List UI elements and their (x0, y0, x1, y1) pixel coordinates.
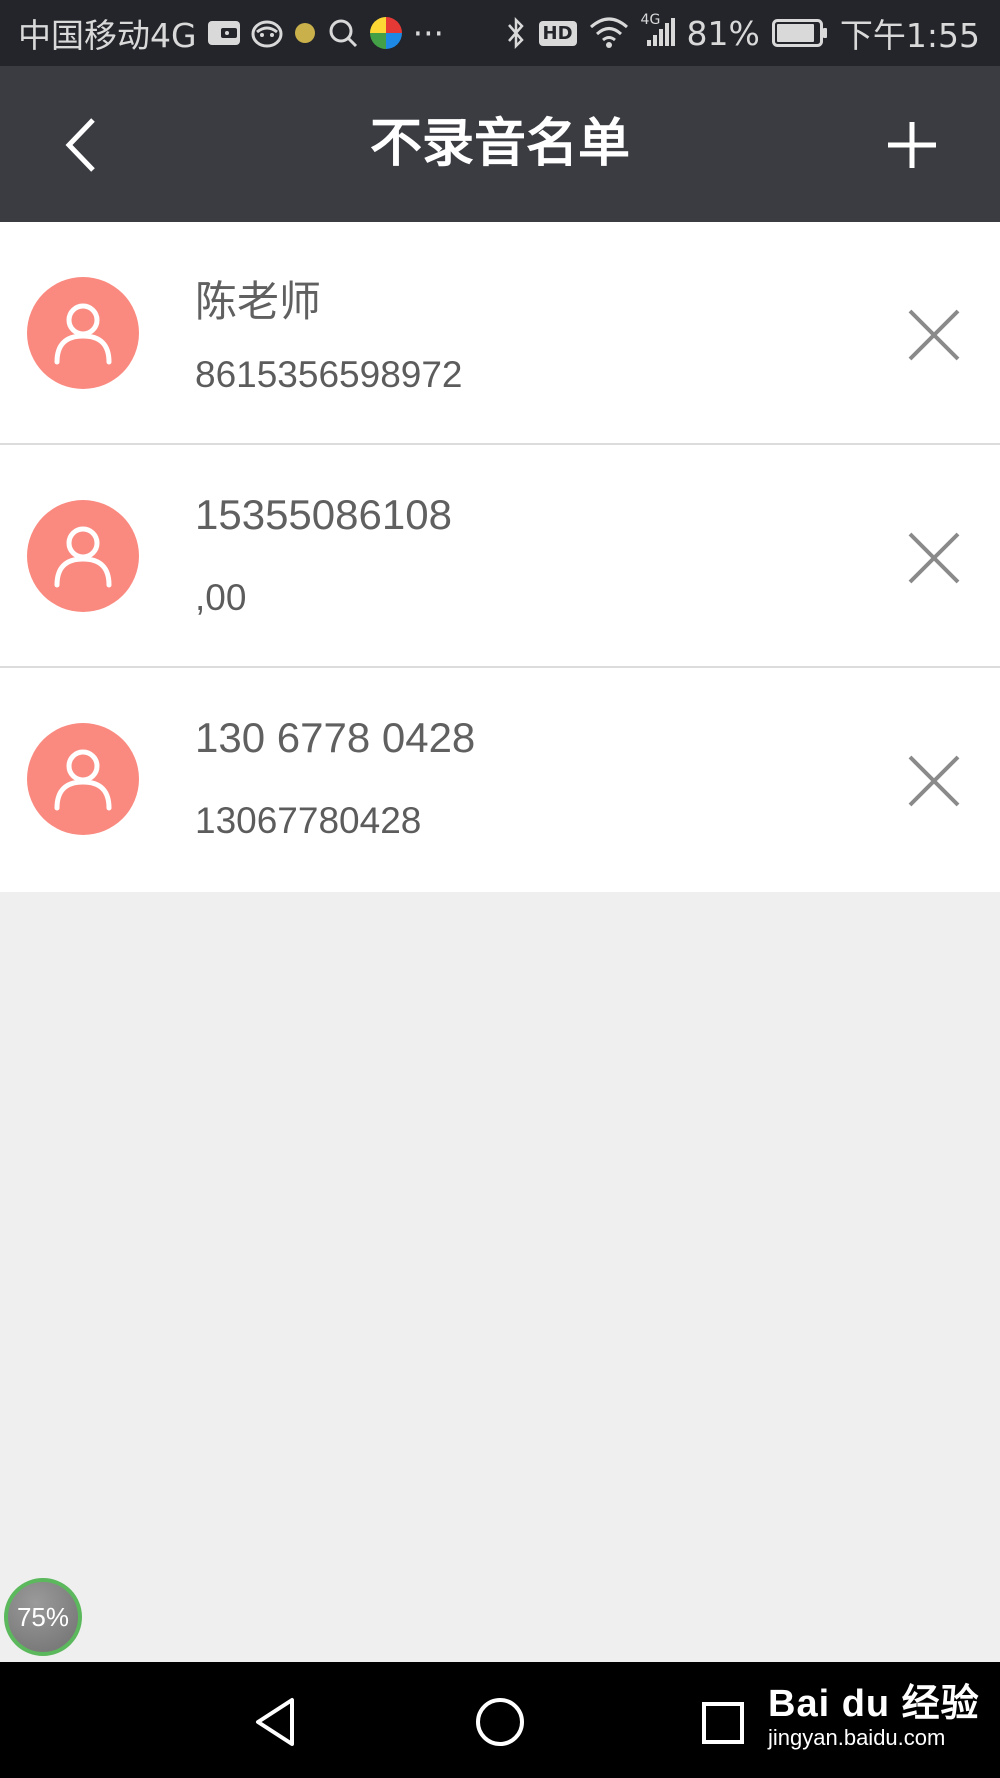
list-item[interactable]: 130 6778 0428 13067780428 (0, 668, 1000, 892)
nav-back-icon (256, 1698, 294, 1746)
avatar (27, 723, 139, 835)
nav-recent-button[interactable] (692, 1692, 752, 1752)
back-button[interactable] (55, 110, 115, 180)
close-icon (908, 532, 960, 584)
memory-percent: 75% (16, 1601, 70, 1632)
person-icon (54, 303, 112, 365)
remove-button[interactable] (905, 752, 963, 810)
back-arrow-icon (65, 118, 95, 172)
nav-home-button[interactable] (470, 1692, 530, 1752)
system-nav-bar: Bai du 经验 jingyan.baidu.com (0, 1662, 1000, 1778)
person-icon (54, 526, 112, 588)
contact-number: 13067780428 (195, 800, 422, 841)
app-header: 不录音名单 (0, 66, 1000, 222)
more-notifications-icon: ··· (412, 13, 445, 53)
status-bar: 中国移动4G ··· HD 4G 81% 下午1:55 (0, 0, 1000, 66)
contact-name: 陈老师 (195, 278, 322, 325)
list-item[interactable]: 15355086108 ,00 (0, 445, 1000, 668)
baidu-watermark: Bai du 经验 jingyan.baidu.com (768, 1672, 980, 1751)
colorful-app-icon (369, 16, 403, 50)
person-icon (54, 749, 112, 811)
list-item[interactable]: 陈老师 8615356598972 (0, 222, 1000, 445)
battery-icon (771, 19, 828, 47)
contact-list: 陈老师 8615356598972 15355086108 ,00 130 67… (0, 222, 1000, 892)
memory-boost-badge[interactable]: 75% (4, 1578, 82, 1656)
contact-number: 8615356598972 (195, 354, 463, 395)
close-icon (908, 309, 960, 361)
hd-label: HD (542, 22, 573, 44)
network-type-label: 4G (640, 12, 661, 28)
hd-icon: HD (538, 20, 577, 46)
watermark-main: Bai du 经验 (768, 1683, 980, 1725)
add-button[interactable] (880, 106, 944, 182)
close-icon (908, 755, 960, 807)
battery-percent: 81% (686, 13, 760, 53)
contact-number: ,00 (195, 577, 247, 618)
watermark-sub: jingyan.baidu.com (768, 1725, 946, 1750)
contact-name: 15355086108 (195, 491, 452, 538)
carrier-label: 中国移动4G (18, 16, 197, 55)
avatar (27, 277, 139, 389)
remove-button[interactable] (905, 306, 963, 364)
add-icon (888, 122, 936, 168)
search-app-icon (327, 17, 359, 49)
nav-home-icon (476, 1698, 524, 1746)
notification-dot-icon (293, 21, 317, 45)
bluetooth-icon (505, 16, 527, 50)
nav-back-button[interactable] (248, 1692, 308, 1752)
clock: 下午1:55 (839, 16, 980, 55)
wifi-icon (589, 17, 629, 49)
contact-name: 130 6778 0428 (195, 714, 476, 761)
avatar (27, 500, 139, 612)
page-title: 不录音名单 (369, 114, 630, 174)
remove-button[interactable] (905, 529, 963, 587)
signal-icon: 4G (641, 12, 675, 48)
nav-recent-icon (702, 1702, 744, 1744)
mascot-icon (251, 18, 283, 48)
wallet-icon (207, 18, 241, 48)
